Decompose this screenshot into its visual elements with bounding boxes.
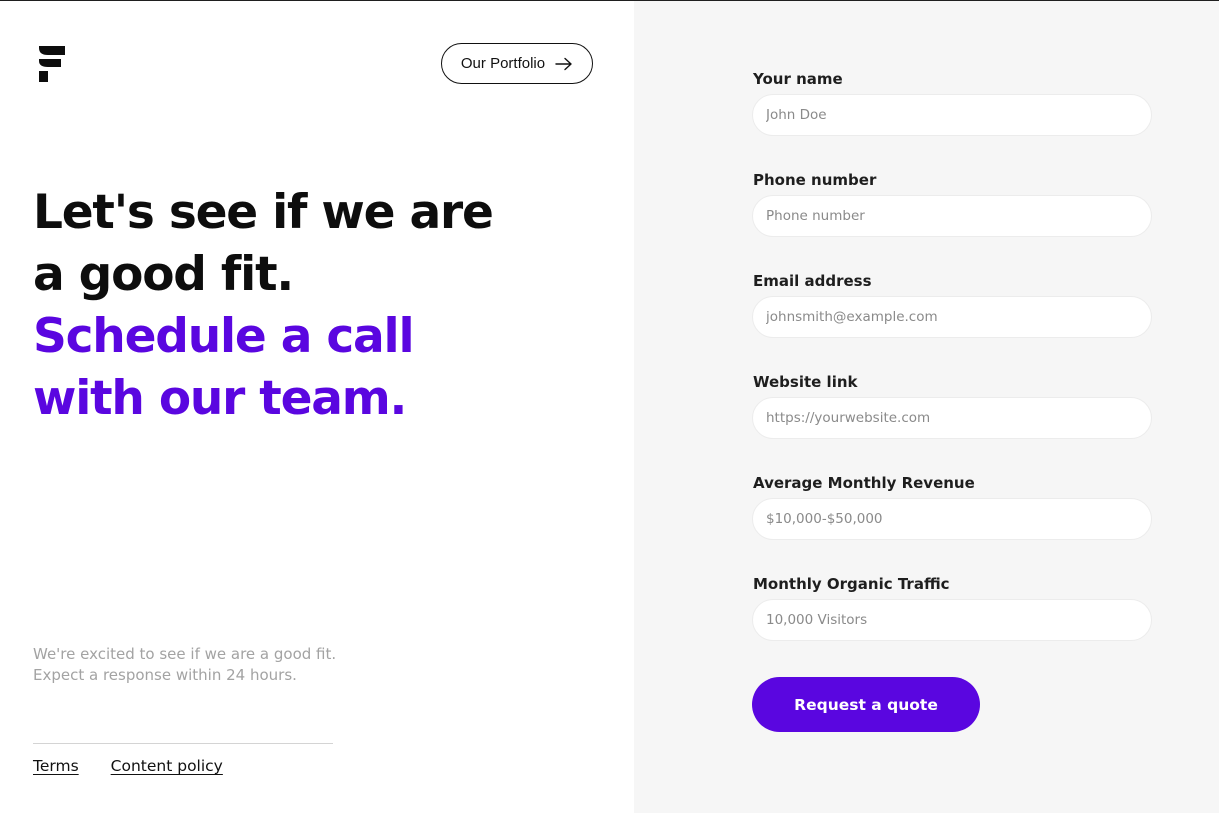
hero-line-2: a good fit.: [33, 247, 294, 302]
website-link-label: Website link: [753, 373, 858, 391]
request-quote-button[interactable]: Request a quote: [752, 677, 980, 732]
phone-number-label: Phone number: [753, 171, 877, 189]
intro-line-2: Expect a response within 24 hours.: [33, 666, 297, 684]
monthly-revenue-label: Average Monthly Revenue: [753, 474, 975, 492]
your-name-input[interactable]: [752, 94, 1152, 136]
arrow-right-icon: [555, 57, 572, 70]
phone-number-input[interactable]: [752, 195, 1152, 237]
email-address-label: Email address: [753, 272, 872, 290]
hero-headline: Let's see if we are a good fit. Schedule…: [33, 182, 593, 430]
field-phone-number: Phone number: [752, 169, 1152, 270]
intro-line-1: We're excited to see if we are a good fi…: [33, 645, 337, 663]
terms-link[interactable]: Terms: [33, 757, 79, 775]
field-website-link: Website link: [752, 371, 1152, 472]
website-link-input[interactable]: [752, 397, 1152, 439]
hero-line-4: with our team.: [33, 371, 407, 426]
monthly-revenue-input[interactable]: [752, 498, 1152, 540]
field-email-address: Email address: [752, 270, 1152, 371]
our-portfolio-button[interactable]: Our Portfolio: [441, 43, 593, 84]
footer-links: Terms Content policy: [33, 757, 223, 775]
page: Our Portfolio Let's see if we are a good…: [0, 0, 1219, 813]
field-monthly-revenue: Average Monthly Revenue: [752, 472, 1152, 573]
intro-text: We're excited to see if we are a good fi…: [33, 644, 433, 686]
hero-line-3: Schedule a call: [33, 309, 415, 364]
left-panel: Our Portfolio Let's see if we are a good…: [0, 1, 634, 813]
field-your-name: Your name: [752, 68, 1152, 169]
email-address-input[interactable]: [752, 296, 1152, 338]
footer-divider: [33, 743, 333, 744]
organic-traffic-input[interactable]: [752, 599, 1152, 641]
our-portfolio-label: Our Portfolio: [460, 55, 546, 72]
your-name-label: Your name: [753, 70, 843, 88]
quote-form: Your name Phone number Email address Web…: [752, 68, 1152, 674]
organic-traffic-label: Monthly Organic Traffic: [753, 575, 950, 593]
brand-f-logo-icon[interactable]: [37, 46, 65, 82]
hero-line-1: Let's see if we are: [33, 185, 494, 240]
right-panel: Your name Phone number Email address Web…: [634, 1, 1219, 813]
field-organic-traffic: Monthly Organic Traffic: [752, 573, 1152, 674]
content-policy-link[interactable]: Content policy: [111, 757, 223, 775]
